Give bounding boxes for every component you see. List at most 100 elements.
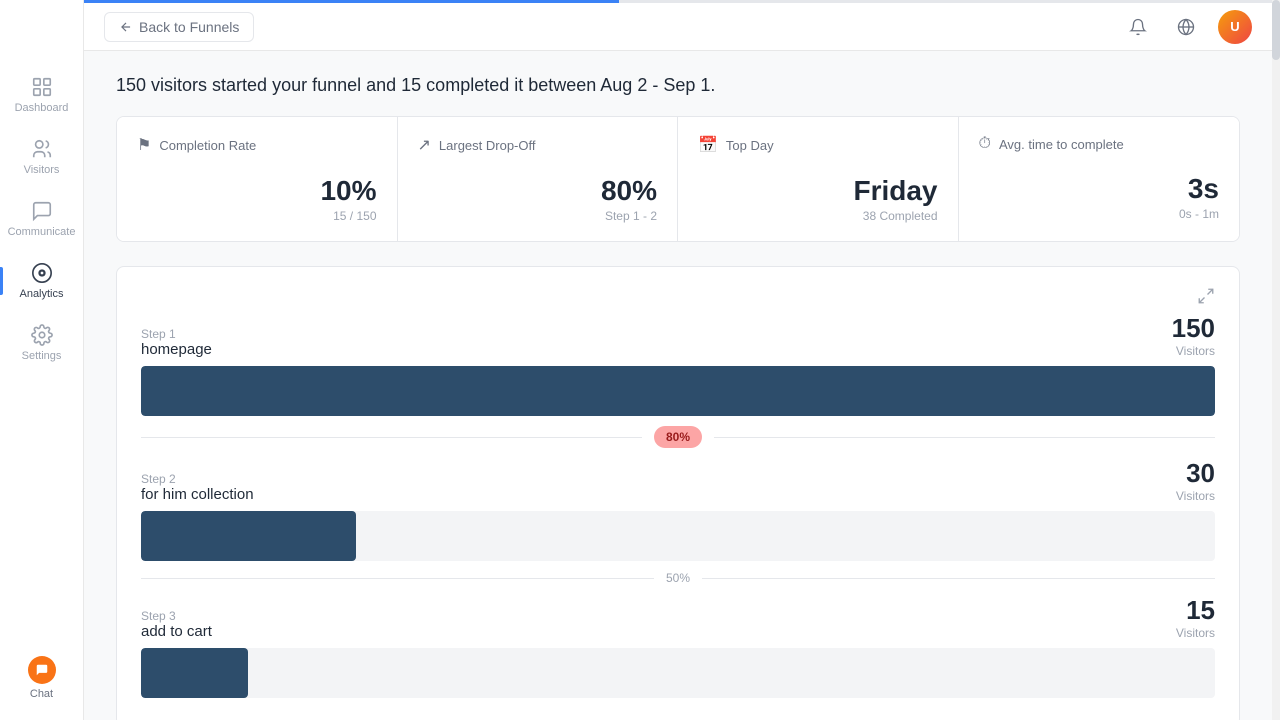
chat-label: Chat xyxy=(30,688,53,700)
step-3-count-wrap: 15 Visitors xyxy=(1176,595,1215,640)
stat-header-completion: ⚑ Completion Rate xyxy=(137,135,377,155)
funnel-step-3: Step 3 add to cart 15 Visitors xyxy=(141,595,1215,698)
calendar-icon: 📅 xyxy=(698,135,718,155)
sidebar-communicate-label: Communicate xyxy=(8,226,76,238)
flag-icon: ⚑ xyxy=(137,135,151,155)
step-2-label-row: Step 2 for him collection 30 Visitors xyxy=(141,458,1215,503)
scrollbar-thumb[interactable] xyxy=(1272,0,1280,60)
stat-card-topday: 📅 Top Day Friday 38 Completed xyxy=(678,117,959,241)
step-2-bar-fill xyxy=(141,511,356,561)
step-2-info: Step 2 for him collection xyxy=(141,472,254,503)
stats-grid: ⚑ Completion Rate 10% 15 / 150 ↗ Largest… xyxy=(116,116,1240,242)
clock-icon: ⏱ xyxy=(979,135,991,153)
step-2-count: 30 xyxy=(1176,458,1215,489)
funnel-section: Step 1 homepage 150 Visitors 80% xyxy=(116,266,1240,720)
step-3-visitors-label: Visitors xyxy=(1176,626,1215,640)
dropoff-2-line-right xyxy=(702,578,1215,579)
stat-value-avgtime: 3s xyxy=(979,173,1220,205)
step-3-name: add to cart xyxy=(141,623,212,640)
step-2-num: Step 2 xyxy=(141,472,254,486)
expand-icon xyxy=(1197,287,1215,305)
funnel-step-1: Step 1 homepage 150 Visitors xyxy=(141,313,1215,416)
user-avatar[interactable]: U xyxy=(1218,10,1252,44)
progress-fill xyxy=(84,0,619,3)
dropoff-line-left xyxy=(141,437,642,438)
stat-value-completion: 10% xyxy=(137,175,377,207)
stat-card-dropoff: ↗ Largest Drop-Off 80% Step 1 - 2 xyxy=(398,117,679,241)
sidebar-item-settings[interactable]: Settings xyxy=(6,314,78,372)
stat-label-dropoff: Largest Drop-Off xyxy=(439,138,536,153)
communicate-icon xyxy=(31,200,53,222)
stat-header-avgtime: ⏱ Avg. time to complete xyxy=(979,135,1220,153)
notifications-button[interactable] xyxy=(1122,11,1154,43)
step-1-bar-fill xyxy=(141,366,1215,416)
stat-label-topday: Top Day xyxy=(726,138,774,153)
step-1-count-wrap: 150 Visitors xyxy=(1172,313,1215,358)
sidebar: Dashboard Visitors Communicate Analytics… xyxy=(0,0,84,720)
dashboard-icon xyxy=(31,76,53,98)
page-scrollbar[interactable] xyxy=(1272,0,1280,720)
step-3-label-row: Step 3 add to cart 15 Visitors xyxy=(141,595,1215,640)
progress-strip xyxy=(84,0,1272,3)
stat-value-topday: Friday xyxy=(698,175,938,207)
chat-button[interactable]: Chat xyxy=(20,648,64,708)
chat-orange-icon xyxy=(28,656,56,684)
stat-sub-dropoff: Step 1 - 2 xyxy=(418,209,658,223)
analytics-icon xyxy=(31,262,53,284)
content-area: 150 visitors started your funnel and 15 … xyxy=(84,51,1272,720)
sidebar-item-visitors[interactable]: Visitors xyxy=(6,128,78,186)
step-3-bar-fill xyxy=(141,648,248,698)
stat-value-dropoff: 80% xyxy=(418,175,658,207)
step-1-num: Step 1 xyxy=(141,327,212,341)
summary-text: 150 visitors started your funnel and 15 … xyxy=(116,75,1240,96)
stat-sub-topday: 38 Completed xyxy=(698,209,938,223)
step-2-name: for him collection xyxy=(141,486,254,503)
step-3-count: 15 xyxy=(1176,595,1215,626)
stat-label-completion: Completion Rate xyxy=(159,138,256,153)
sidebar-analytics-label: Analytics xyxy=(19,288,63,300)
main-content: Back to Funnels U 150 visitors xyxy=(84,0,1272,720)
visitors-icon xyxy=(31,138,53,160)
step-2-visitors-label: Visitors xyxy=(1176,489,1215,503)
back-to-funnels-button[interactable]: Back to Funnels xyxy=(104,12,254,42)
stat-card-avgtime: ⏱ Avg. time to complete 3s 0s - 1m xyxy=(959,117,1240,241)
globe-button[interactable] xyxy=(1170,11,1202,43)
stat-label-avgtime: Avg. time to complete xyxy=(999,137,1124,152)
step-1-visitors-label: Visitors xyxy=(1172,344,1215,358)
funnel-step-2: Step 2 for him collection 30 Visitors xyxy=(141,458,1215,561)
globe-icon xyxy=(1177,18,1195,36)
topbar-right: U xyxy=(1122,10,1252,44)
stat-sub-avgtime: 0s - 1m xyxy=(979,207,1220,221)
back-button-label: Back to Funnels xyxy=(139,19,239,35)
step-1-bar xyxy=(141,366,1215,416)
export-icon: ↗ xyxy=(418,135,431,155)
step-3-info: Step 3 add to cart xyxy=(141,609,212,640)
sidebar-visitors-label: Visitors xyxy=(24,164,60,176)
sidebar-item-dashboard[interactable]: Dashboard xyxy=(6,66,78,124)
dropoff-badge-1: 80% xyxy=(654,426,702,448)
funnel-expand-icon[interactable] xyxy=(141,287,1215,305)
sidebar-item-analytics[interactable]: Analytics xyxy=(6,252,78,310)
dropoff-line-right xyxy=(714,437,1215,438)
sidebar-item-communicate[interactable]: Communicate xyxy=(6,190,78,248)
dropoff-badge-2: 50% xyxy=(666,571,690,585)
sidebar-bottom: Chat xyxy=(20,648,64,708)
stat-sub-completion: 15 / 150 xyxy=(137,209,377,223)
step-1-name: homepage xyxy=(141,341,212,358)
step-3-num: Step 3 xyxy=(141,609,212,623)
stat-header-topday: 📅 Top Day xyxy=(698,135,938,155)
step-1-label-row: Step 1 homepage 150 Visitors xyxy=(141,313,1215,358)
step-1-count: 150 xyxy=(1172,313,1215,344)
step-2-count-wrap: 30 Visitors xyxy=(1176,458,1215,503)
bell-icon xyxy=(1129,18,1147,36)
dropoff-2-line-left xyxy=(141,578,654,579)
topbar: Back to Funnels U xyxy=(84,3,1272,51)
dropoff-2: 50% xyxy=(141,571,1215,585)
stat-header-dropoff: ↗ Largest Drop-Off xyxy=(418,135,658,155)
settings-icon xyxy=(31,324,53,346)
dropoff-1: 80% xyxy=(141,426,1215,448)
sidebar-settings-label: Settings xyxy=(22,350,62,362)
step-1-info: Step 1 homepage xyxy=(141,327,212,358)
step-3-bar xyxy=(141,648,1215,698)
logo xyxy=(20,12,64,56)
